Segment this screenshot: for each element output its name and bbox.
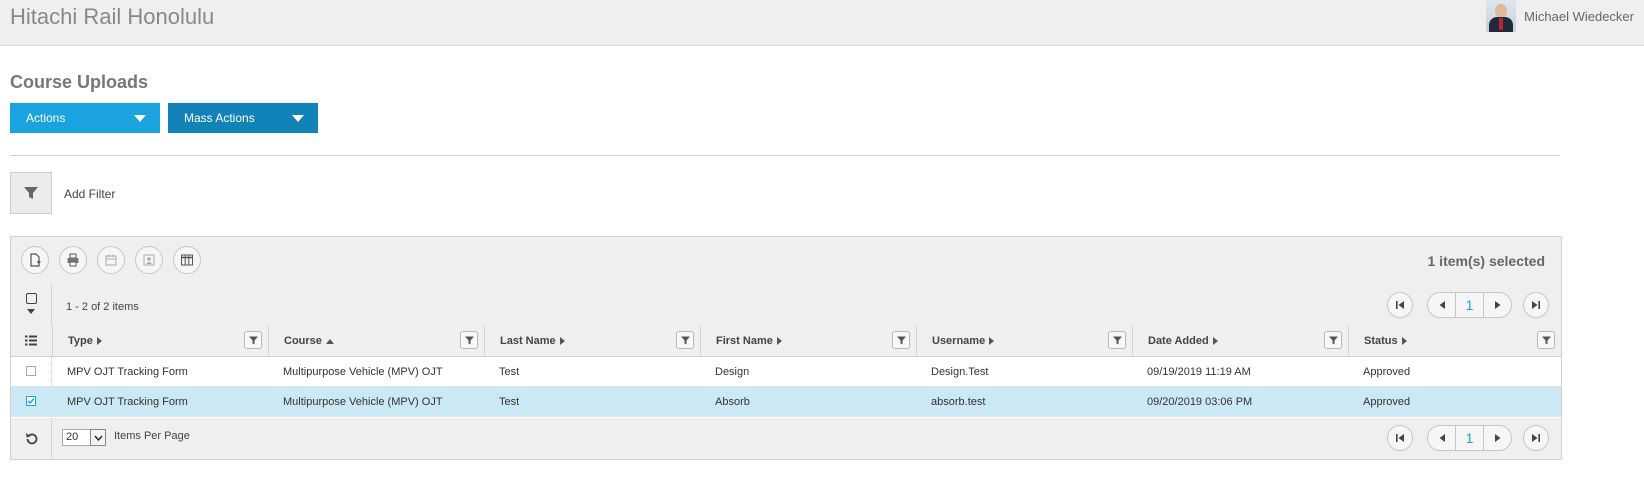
user-name[interactable]: Michael Wiedecker — [1524, 9, 1634, 24]
contacts-icon[interactable] — [135, 246, 163, 274]
sort-icon — [559, 337, 565, 346]
export-icon[interactable] — [21, 246, 49, 274]
cell-status: Approved — [1363, 366, 1411, 378]
mass-actions-dropdown-button[interactable]: Mass Actions — [168, 103, 318, 133]
per-page-value: 20 — [66, 431, 79, 443]
column-header-course[interactable]: Course — [268, 326, 484, 356]
cell-first-name: Design — [715, 366, 750, 378]
current-page[interactable]: 1 — [1455, 293, 1484, 317]
table-row[interactable]: MPV OJT Tracking Form Multipurpose Vehic… — [11, 357, 1561, 387]
cell-last-name: Test — [499, 366, 520, 378]
app-title: Hitachi Rail Honolulu — [10, 4, 215, 29]
last-page-button[interactable] — [1523, 292, 1549, 318]
first-page-button[interactable] — [1387, 292, 1413, 318]
columns-icon[interactable] — [173, 246, 201, 274]
column-label: Username — [932, 335, 986, 347]
cell-type: MPV OJT Tracking Form — [67, 396, 188, 408]
column-label: Course — [284, 335, 322, 347]
grid-header: Type Course Last Name First Name Usernam… — [11, 326, 1561, 357]
column-filter-icon[interactable] — [1324, 331, 1342, 349]
cell-date-added: 09/19/2019 11:19 AM — [1147, 366, 1251, 378]
cell-username: absorb.test — [931, 396, 986, 408]
column-header-status[interactable]: Status — [1348, 326, 1561, 356]
sort-asc-icon — [325, 338, 334, 344]
column-label: Status — [1364, 335, 1398, 347]
column-filter-icon[interactable] — [460, 331, 478, 349]
column-filter-icon[interactable] — [1537, 331, 1555, 349]
add-filter-label[interactable]: Add Filter — [64, 187, 115, 201]
pager-top: 1 - 2 of 2 items 1 — [11, 284, 1561, 327]
page-title: Course Uploads — [10, 72, 149, 92]
cell-first-name: Absorb — [715, 396, 750, 408]
cell-course: Multipurpose Vehicle (MPV) OJT — [283, 396, 443, 408]
cell-username: Design.Test — [931, 366, 989, 378]
cell-status: Approved — [1363, 396, 1411, 408]
cell-type: MPV OJT Tracking Form — [67, 366, 188, 378]
sort-icon — [1401, 337, 1407, 346]
list-icon — [25, 335, 37, 346]
refresh-icon[interactable] — [24, 431, 40, 447]
row-checkbox[interactable] — [26, 396, 36, 406]
item-count: 1 - 2 of 2 items — [66, 301, 139, 313]
grid-footer: 20 Items Per Page 1 — [11, 418, 1561, 459]
page-nav: 1 — [1427, 425, 1512, 451]
column-header-last-name[interactable]: Last Name — [484, 326, 700, 356]
sort-icon — [1212, 337, 1218, 346]
avatar[interactable] — [1486, 0, 1517, 32]
grid-toolbar: 1 item(s) selected — [11, 237, 1561, 285]
cell-date-added: 09/20/2019 03:06 PM — [1147, 396, 1253, 408]
column-filter-icon[interactable] — [1108, 331, 1126, 349]
last-page-button[interactable] — [1523, 425, 1549, 451]
caret-down-icon — [292, 115, 304, 122]
sort-icon — [96, 337, 102, 346]
caret-down-icon — [134, 115, 146, 122]
checkmark-icon — [27, 398, 35, 405]
next-page-button[interactable] — [1484, 293, 1511, 317]
prev-page-button[interactable] — [1428, 426, 1455, 450]
chevron-down-icon — [27, 309, 35, 314]
column-header-type[interactable]: Type — [52, 326, 268, 356]
row-checkbox[interactable] — [26, 366, 36, 376]
next-page-button[interactable] — [1484, 426, 1511, 450]
data-grid: 1 item(s) selected 1 - 2 of 2 items 1 Ty… — [10, 236, 1562, 460]
sort-icon — [989, 337, 995, 346]
column-label: Date Added — [1148, 335, 1209, 347]
column-filter-icon[interactable] — [676, 331, 694, 349]
select-all-checkbox[interactable] — [26, 293, 37, 304]
select-all-dropdown[interactable] — [25, 293, 39, 317]
cell-last-name: Test — [499, 396, 520, 408]
column-filter-icon[interactable] — [244, 331, 262, 349]
top-bar: Hitachi Rail Honolulu Michael Wiedecker — [0, 0, 1644, 46]
calendar-icon[interactable] — [97, 246, 125, 274]
user-menu[interactable]: Michael Wiedecker — [1486, 0, 1634, 32]
table-row[interactable]: MPV OJT Tracking Form Multipurpose Vehic… — [11, 387, 1561, 417]
column-header-username[interactable]: Username — [916, 326, 1132, 356]
column-label: First Name — [716, 335, 773, 347]
selected-count: 1 item(s) selected — [1427, 253, 1546, 269]
column-label: Type — [68, 335, 93, 347]
page-nav: 1 — [1427, 292, 1512, 318]
add-filter-button[interactable] — [10, 172, 52, 214]
column-chooser[interactable] — [11, 326, 51, 356]
first-page-button[interactable] — [1387, 425, 1413, 451]
cell-course: Multipurpose Vehicle (MPV) OJT — [283, 366, 443, 378]
print-icon[interactable] — [59, 246, 87, 274]
column-label: Last Name — [500, 335, 556, 347]
column-header-first-name[interactable]: First Name — [700, 326, 916, 356]
current-page[interactable]: 1 — [1455, 426, 1484, 450]
column-header-date-added[interactable]: Date Added — [1132, 326, 1348, 356]
items-per-page-select[interactable]: 20 — [62, 429, 106, 446]
column-filter-icon[interactable] — [892, 331, 910, 349]
actions-dropdown-button[interactable]: Actions — [10, 103, 160, 133]
funnel-icon — [24, 187, 38, 199]
divider — [10, 155, 1560, 156]
mass-actions-label: Mass Actions — [184, 111, 255, 125]
items-per-page-label: Items Per Page — [114, 430, 190, 442]
sort-icon — [776, 337, 782, 346]
chevron-down-icon[interactable] — [90, 429, 106, 446]
actions-label: Actions — [26, 111, 66, 125]
prev-page-button[interactable] — [1428, 293, 1455, 317]
